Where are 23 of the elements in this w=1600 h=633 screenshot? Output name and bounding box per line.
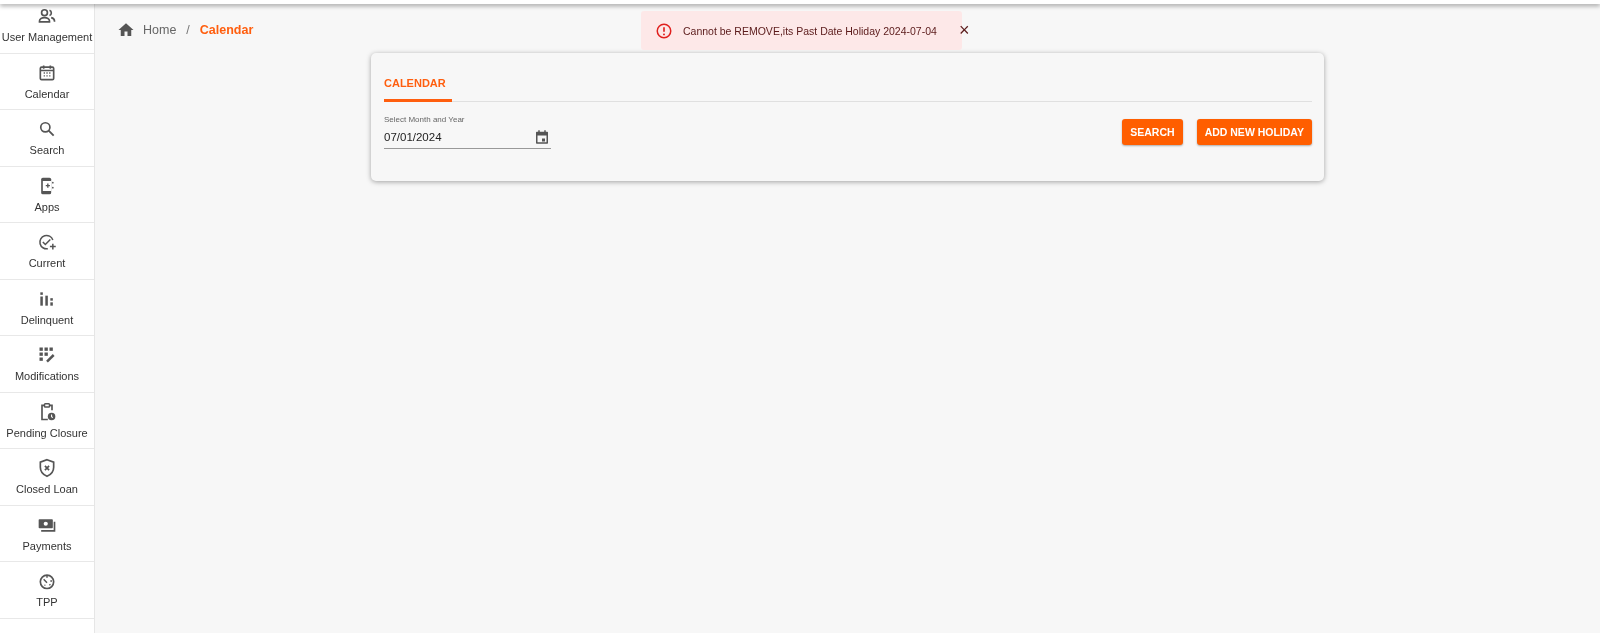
error-message: Cannot be REMOVE,its Past Date Holiday 2024-07-04: [683, 24, 937, 37]
home-icon[interactable]: [117, 21, 135, 39]
sidebar-item[interactable]: Search: [0, 110, 94, 167]
timer-icon: [37, 571, 57, 592]
field-label: Select Month and Year: [384, 114, 465, 124]
sidebar-item[interactable]: TPP: [0, 562, 94, 619]
error-icon: [655, 21, 673, 40]
sidebar-item[interactable]: Apps: [0, 166, 94, 223]
sidebar-item[interactable]: Current: [0, 223, 94, 280]
date-field[interactable]: 07/01/2024: [384, 128, 524, 145]
check-circle-icon: [37, 232, 57, 253]
sidebar-item[interactable]: Modifications: [0, 336, 94, 393]
shield-icon: [37, 458, 57, 479]
sidebar-item[interactable]: Closed Loan: [0, 449, 94, 506]
close-button[interactable]: ×: [954, 20, 974, 41]
sidebar-item[interactable]: User Management: [0, 4, 94, 54]
sidebar-item[interactable]: Pending Closure: [0, 392, 94, 449]
sidebar-item[interactable]: Delinquent: [0, 279, 94, 336]
calendar-icon[interactable]: [533, 127, 551, 146]
sidebar-item[interactable]: Payments: [0, 505, 94, 562]
breadcrumb-link[interactable]: Home: [143, 23, 177, 37]
breadcrumb-separator: /: [186, 23, 190, 37]
sidebar-item[interactable]: Calendar: [0, 53, 94, 110]
